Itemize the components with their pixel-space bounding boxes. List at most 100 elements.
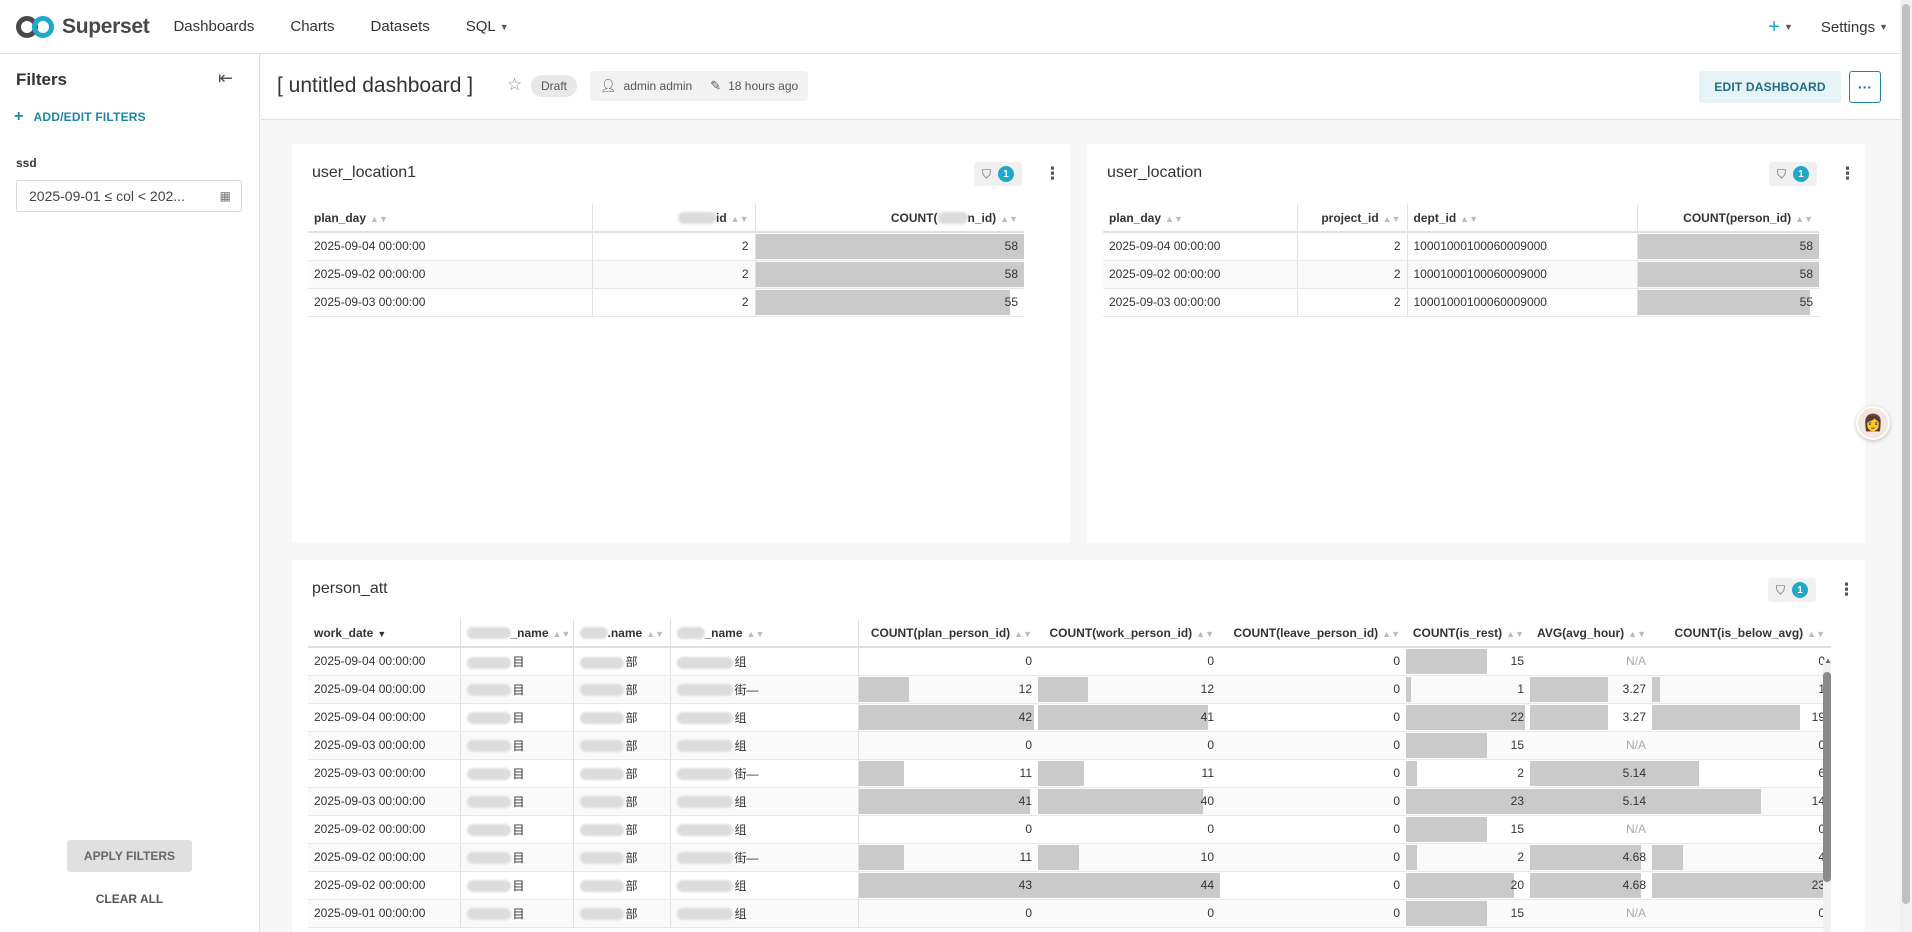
add-edit-filters-button[interactable]: + ADD/EDIT FILTERS [14, 108, 146, 126]
column-header[interactable]: project_id ▲▼ [1296, 204, 1407, 233]
column-header[interactable]: COUNT(leave_person_id) ▲▼ [1220, 619, 1406, 648]
table-cell: 11 [1038, 759, 1220, 788]
column-header[interactable]: COUNT(is_rest) ▲▼ [1406, 619, 1530, 648]
table-row[interactable]: 2025-09-02 00:00:00 目 部 组 0 0 0 15 N/A 0 [308, 815, 1831, 844]
star-icon[interactable]: ☆ [507, 75, 522, 95]
apply-filters-button[interactable]: APPLY FILTERS [67, 840, 192, 872]
chart-filter-indicator[interactable]: ⛉ 1 [1768, 578, 1816, 602]
nav-datasets[interactable]: Datasets [371, 18, 430, 35]
table-row[interactable]: 2025-09-03 00:00:00 目 部 组 0 0 0 15 N/A 0 [308, 731, 1831, 760]
cell-value: 组 [734, 794, 747, 809]
nav-dashboards[interactable]: Dashboards [173, 18, 254, 35]
table-scrollbar-thumb[interactable] [1823, 672, 1831, 882]
page-scrollbar-thumb[interactable] [1902, 4, 1910, 904]
cell-value: 41 [1200, 710, 1214, 724]
edit-dashboard-button[interactable]: EDIT DASHBOARD [1699, 71, 1841, 103]
page-scrollbar[interactable] [1900, 0, 1912, 932]
cell-value: 2025-09-03 00:00:00 [314, 295, 426, 309]
assistant-avatar[interactable]: 👩 [1856, 406, 1890, 440]
cell-value: 0 [1393, 766, 1400, 780]
table-row[interactable]: 2025-09-04 00:00:00 2 58 [308, 232, 1024, 261]
cell-value: 44 [1200, 878, 1214, 892]
table-cell: 5.14 [1530, 787, 1652, 816]
nav-sql[interactable]: SQL ▼ [466, 18, 509, 35]
settings-menu[interactable]: Settings ▼ [1821, 19, 1888, 36]
column-header[interactable]: id ▲▼ [591, 204, 755, 233]
time-range-filter[interactable]: 2025-09-01 ≤ col < 202... ▦ [16, 180, 242, 212]
vertical-dots-icon[interactable]: ⋮ [1839, 162, 1856, 186]
table-cell: 街— [669, 675, 858, 704]
new-item-menu[interactable]: + ▼ [1768, 16, 1793, 39]
column-header[interactable]: COUNT(work_person_id) ▲▼ [1038, 619, 1220, 648]
cell-value: 目 [512, 906, 525, 921]
cell-value: 目 [512, 738, 525, 753]
table-cell: 2025-09-04 00:00:00 [308, 647, 460, 676]
table-cell: 0 [1652, 815, 1831, 844]
column-header[interactable]: _name ▲▼ [459, 619, 573, 648]
column-header[interactable]: plan_day ▲▼ [308, 204, 592, 233]
column-header[interactable]: .name ▲▼ [572, 619, 670, 648]
chart-filter-indicator[interactable]: ⛉ 1 [974, 162, 1022, 186]
vertical-dots-icon[interactable]: ⋮ [1838, 578, 1855, 602]
cell-value: 22 [1510, 710, 1524, 724]
column-header[interactable]: COUNT(plan_person_id) ▲▼ [857, 619, 1038, 648]
table-row[interactable]: 2025-09-03 00:00:00 2 55 [308, 288, 1024, 317]
cell-value: 组 [734, 738, 747, 753]
column-header[interactable]: AVG(avg_hour) ▲▼ [1530, 619, 1652, 648]
table-cell: 2025-09-03 00:00:00 [308, 787, 460, 816]
table-cell: 2 [591, 288, 755, 317]
clear-all-button[interactable]: CLEAR ALL [67, 884, 192, 914]
table-cell: N/A [1530, 647, 1652, 676]
dashboard-title[interactable]: [ untitled dashboard ] [277, 74, 473, 98]
cell-bar [1038, 760, 1084, 786]
column-header[interactable]: work_date ▼ [308, 619, 460, 648]
column-header[interactable]: COUNT(n_id) ▲▼ [754, 204, 1024, 233]
redacted-text [676, 796, 733, 809]
redacted-text [466, 684, 511, 697]
table-row[interactable]: 2025-09-04 00:00:00 目 部 组 0 0 0 15 N/A 0 [308, 647, 1831, 676]
cell-bar [1652, 676, 1660, 702]
column-header[interactable]: plan_day ▲▼ [1103, 204, 1297, 233]
column-header[interactable]: COUNT(is_below_avg) ▲▼ [1652, 619, 1831, 648]
table-cell: 44 [1038, 871, 1220, 900]
sort-icon: ▲▼ [552, 628, 571, 639]
table-cell: 组 [669, 731, 858, 760]
cell-value: 2025-09-02 00:00:00 [314, 267, 426, 281]
table-cell: 12 [857, 675, 1038, 704]
table-row[interactable]: 2025-09-01 00:00:00 目 部 组 0 0 0 15 N/A 0 [308, 899, 1831, 928]
table-row[interactable]: 2025-09-03 00:00:00 目 部 组 41 40 0 23 5.14 14 [308, 787, 1831, 816]
table-row[interactable]: 2025-09-02 00:00:00 2 10001000100060009000… [1103, 260, 1819, 289]
nav-charts[interactable]: Charts [290, 18, 334, 35]
sort-icon: ▲▼ [730, 213, 749, 224]
table-row[interactable]: 2025-09-02 00:00:00 目 部 街— 11 10 0 2 4.68 4 [308, 843, 1831, 872]
cell-bar [1530, 704, 1608, 730]
table-row[interactable]: 2025-09-04 00:00:00 目 部 街— 12 12 0 1 3.27 1 [308, 675, 1831, 704]
table-row[interactable]: 2025-09-03 00:00:00 2 10001000100060009000… [1103, 288, 1819, 317]
table-cell: 2 [591, 260, 755, 289]
cell-value: 4.68 [1622, 878, 1646, 892]
column-header[interactable]: COUNT(person_id) ▲▼ [1636, 204, 1819, 233]
scroll-up-icon[interactable]: ▲ [1824, 656, 1832, 665]
more-options-button[interactable]: ··· [1849, 71, 1881, 103]
chart-filter-indicator[interactable]: ⛉ 1 [1769, 162, 1817, 186]
cell-value: 部 [625, 682, 638, 697]
table-cell: 11 [857, 759, 1038, 788]
cell-bar [1638, 234, 1819, 259]
table-row[interactable]: 2025-09-02 00:00:00 2 58 [308, 260, 1024, 289]
pencil-icon: ✎ [710, 78, 722, 93]
table-row[interactable]: 2025-09-04 00:00:00 目 部 组 42 41 0 22 3.27 19 [308, 703, 1831, 732]
table-cell: 15 [1406, 731, 1530, 760]
table-row[interactable]: 2025-09-02 00:00:00 目 部 组 43 44 0 20 4.68 23 [308, 871, 1831, 900]
filter-count: 1 [998, 166, 1015, 182]
superset-logo[interactable]: Superset [16, 0, 150, 54]
collapse-left-icon[interactable]: ⇤ [218, 68, 233, 89]
data-table: plan_day ▲▼ id ▲▼ COUNT(n_id) ▲▼ 2025-09-04… [308, 204, 1024, 317]
vertical-dots-icon[interactable]: ⋮ [1044, 162, 1061, 186]
column-header[interactable]: _name ▲▼ [669, 619, 858, 648]
draft-badge[interactable]: Draft [531, 75, 578, 97]
table-row[interactable]: 2025-09-04 00:00:00 2 10001000100060009000… [1103, 232, 1819, 261]
table-cell: 11 [857, 843, 1038, 872]
table-row[interactable]: 2025-09-03 00:00:00 目 部 街— 11 11 0 2 5.14 6 [308, 759, 1831, 788]
redacted-text [466, 908, 511, 921]
column-header[interactable]: dept_id ▲▼ [1406, 204, 1637, 233]
